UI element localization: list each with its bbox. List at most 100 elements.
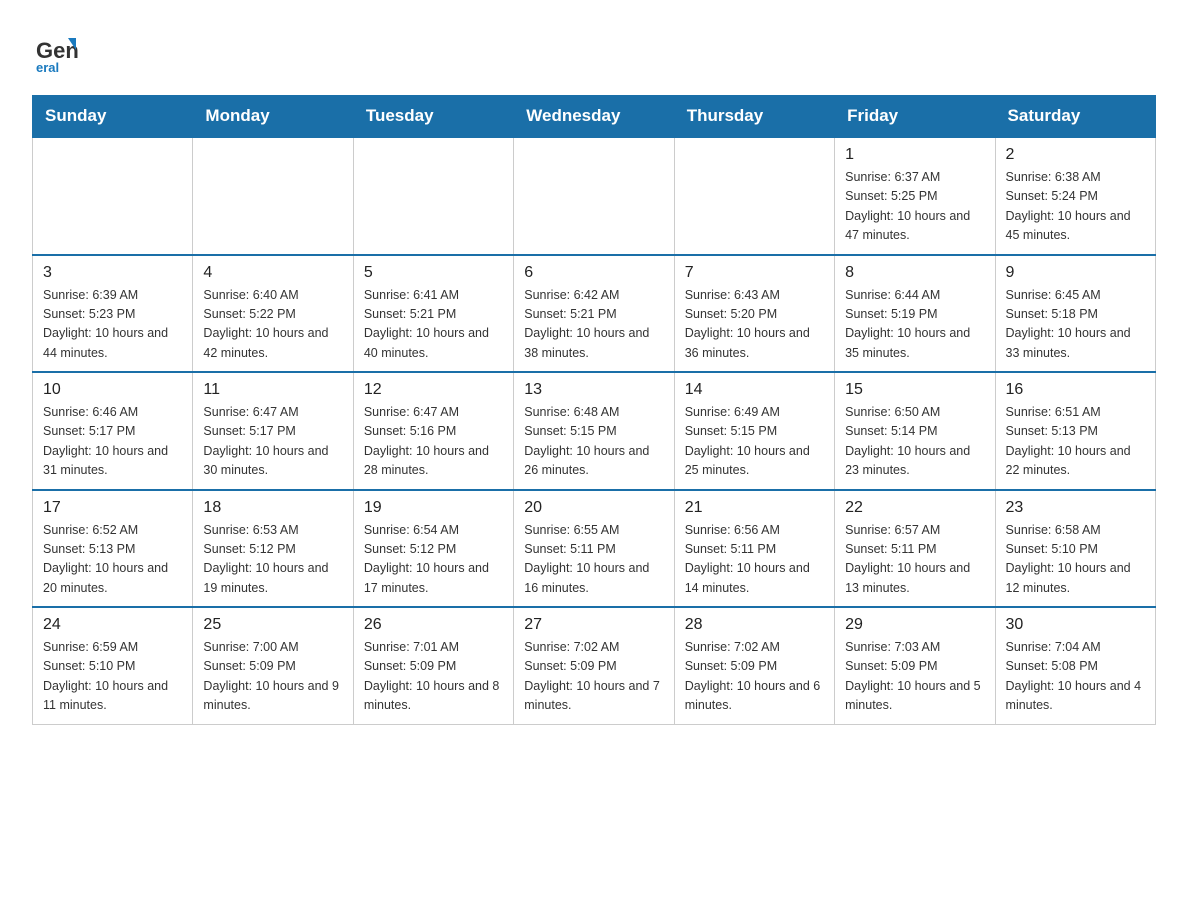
calendar-cell: 26Sunrise: 7:01 AMSunset: 5:09 PMDayligh…	[353, 607, 513, 724]
day-info: Sunrise: 6:47 AMSunset: 5:17 PMDaylight:…	[203, 403, 342, 481]
day-info: Sunrise: 6:41 AMSunset: 5:21 PMDaylight:…	[364, 286, 503, 364]
day-number: 24	[43, 616, 182, 634]
column-header-monday: Monday	[193, 96, 353, 138]
day-number: 9	[1006, 264, 1145, 282]
calendar-cell: 9Sunrise: 6:45 AMSunset: 5:18 PMDaylight…	[995, 255, 1155, 373]
calendar-cell: 12 Sunrise: 6:47 AMSunset: 5:16 PMDayligh…	[353, 372, 513, 490]
day-info: Sunrise: 6:37 AMSunset: 5:25 PMDaylight:…	[845, 168, 984, 246]
day-number: 30	[1006, 616, 1145, 634]
day-number: 6	[524, 264, 663, 282]
calendar-cell	[33, 137, 193, 255]
calendar-cell: 22 Sunrise: 6:57 AMSunset: 5:11 PMDayligh…	[835, 490, 995, 608]
day-info: Sunrise: 6:46 AMSunset: 5:17 PMDaylight:…	[43, 403, 182, 481]
day-info: Sunrise: 6:55 AMSunset: 5:11 PMDaylight:…	[524, 521, 663, 599]
column-header-friday: Friday	[835, 96, 995, 138]
day-info: Sunrise: 6:42 AMSunset: 5:21 PMDaylight:…	[524, 286, 663, 364]
day-number: 18	[203, 499, 342, 517]
day-number: 22	[845, 499, 984, 517]
day-number: 17	[43, 499, 182, 517]
day-number: 4	[203, 264, 342, 282]
day-number: 19	[364, 499, 503, 517]
day-info: Sunrise: 7:00 AMSunset: 5:09 PMDaylight:…	[203, 638, 342, 716]
calendar-cell: 14Sunrise: 6:49 AMSunset: 5:15 PMDayligh…	[674, 372, 834, 490]
calendar-cell	[193, 137, 353, 255]
day-number: 25	[203, 616, 342, 634]
day-info: Sunrise: 7:04 AMSunset: 5:08 PMDaylight:…	[1006, 638, 1145, 716]
calendar-cell: 13 Sunrise: 6:48 AMSunset: 5:15 PMDayligh…	[514, 372, 674, 490]
calendar-cell	[674, 137, 834, 255]
day-info: Sunrise: 6:57 AMSunset: 5:11 PMDaylight:…	[845, 521, 984, 599]
day-info: Sunrise: 6:59 AMSunset: 5:10 PMDaylight:…	[43, 638, 182, 716]
calendar-cell: 23 Sunrise: 6:58 AMSunset: 5:10 PMDayligh…	[995, 490, 1155, 608]
calendar-cell: 18 Sunrise: 6:53 AMSunset: 5:12 PMDayligh…	[193, 490, 353, 608]
calendar-cell: 24 Sunrise: 6:59 AMSunset: 5:10 PMDayligh…	[33, 607, 193, 724]
calendar-cell: 25 Sunrise: 7:00 AMSunset: 5:09 PMDayligh…	[193, 607, 353, 724]
day-info: Sunrise: 6:47 AMSunset: 5:16 PMDaylight:…	[364, 403, 503, 481]
calendar-cell: 10 Sunrise: 6:46 AMSunset: 5:17 PMDayligh…	[33, 372, 193, 490]
calendar-table: SundayMondayTuesdayWednesdayThursdayFrid…	[32, 95, 1156, 725]
calendar-cell: 19 Sunrise: 6:54 AMSunset: 5:12 PMDayligh…	[353, 490, 513, 608]
svg-text:eral: eral	[36, 60, 59, 75]
column-header-sunday: Sunday	[33, 96, 193, 138]
calendar-cell: 29Sunrise: 7:03 AMSunset: 5:09 PMDayligh…	[835, 607, 995, 724]
day-info: Sunrise: 6:56 AMSunset: 5:11 PMDaylight:…	[685, 521, 824, 599]
day-info: Sunrise: 6:52 AMSunset: 5:13 PMDaylight:…	[43, 521, 182, 599]
calendar-cell: 21 Sunrise: 6:56 AMSunset: 5:11 PMDayligh…	[674, 490, 834, 608]
day-number: 15	[845, 381, 984, 399]
calendar-cell: 3 Sunrise: 6:39 AMSunset: 5:23 PMDaylight…	[33, 255, 193, 373]
calendar-cell: 1 Sunrise: 6:37 AMSunset: 5:25 PMDaylight…	[835, 137, 995, 255]
day-info: Sunrise: 6:54 AMSunset: 5:12 PMDaylight:…	[364, 521, 503, 599]
logo-icon: Gen eral	[32, 28, 80, 83]
week-row-2: 3 Sunrise: 6:39 AMSunset: 5:23 PMDaylight…	[33, 255, 1156, 373]
day-number: 27	[524, 616, 663, 634]
calendar-cell: 20 Sunrise: 6:55 AMSunset: 5:11 PMDayligh…	[514, 490, 674, 608]
week-row-5: 24 Sunrise: 6:59 AMSunset: 5:10 PMDayligh…	[33, 607, 1156, 724]
day-number: 20	[524, 499, 663, 517]
day-info: Sunrise: 6:38 AMSunset: 5:24 PMDaylight:…	[1006, 168, 1145, 246]
day-number: 3	[43, 264, 182, 282]
day-number: 26	[364, 616, 503, 634]
calendar-cell: 30 Sunrise: 7:04 AMSunset: 5:08 PMDayligh…	[995, 607, 1155, 724]
week-row-3: 10 Sunrise: 6:46 AMSunset: 5:17 PMDayligh…	[33, 372, 1156, 490]
day-number: 21	[685, 499, 824, 517]
day-info: Sunrise: 6:44 AMSunset: 5:19 PMDaylight:…	[845, 286, 984, 364]
calendar-cell: 4 Sunrise: 6:40 AMSunset: 5:22 PMDaylight…	[193, 255, 353, 373]
day-number: 14	[685, 381, 824, 399]
column-header-wednesday: Wednesday	[514, 96, 674, 138]
calendar-cell: 5 Sunrise: 6:41 AMSunset: 5:21 PMDaylight…	[353, 255, 513, 373]
day-info: Sunrise: 6:40 AMSunset: 5:22 PMDaylight:…	[203, 286, 342, 364]
day-number: 7	[685, 264, 824, 282]
day-info: Sunrise: 6:48 AMSunset: 5:15 PMDaylight:…	[524, 403, 663, 481]
logo: Gen eral	[32, 24, 84, 83]
calendar-header-row: SundayMondayTuesdayWednesdayThursdayFrid…	[33, 96, 1156, 138]
day-number: 5	[364, 264, 503, 282]
day-number: 2	[1006, 146, 1145, 164]
day-number: 28	[685, 616, 824, 634]
calendar-cell: 28 Sunrise: 7:02 AMSunset: 5:09 PMDayligh…	[674, 607, 834, 724]
calendar-cell: 2 Sunrise: 6:38 AMSunset: 5:24 PMDaylight…	[995, 137, 1155, 255]
day-number: 8	[845, 264, 984, 282]
day-info: Sunrise: 6:53 AMSunset: 5:12 PMDaylight:…	[203, 521, 342, 599]
calendar-cell: 8 Sunrise: 6:44 AMSunset: 5:19 PMDaylight…	[835, 255, 995, 373]
calendar-cell: 17 Sunrise: 6:52 AMSunset: 5:13 PMDayligh…	[33, 490, 193, 608]
calendar-cell: 27Sunrise: 7:02 AMSunset: 5:09 PMDayligh…	[514, 607, 674, 724]
day-number: 10	[43, 381, 182, 399]
day-number: 12	[364, 381, 503, 399]
calendar-cell: 15 Sunrise: 6:50 AMSunset: 5:14 PMDayligh…	[835, 372, 995, 490]
day-number: 13	[524, 381, 663, 399]
column-header-saturday: Saturday	[995, 96, 1155, 138]
column-header-tuesday: Tuesday	[353, 96, 513, 138]
day-info: Sunrise: 6:50 AMSunset: 5:14 PMDaylight:…	[845, 403, 984, 481]
day-info: Sunrise: 6:39 AMSunset: 5:23 PMDaylight:…	[43, 286, 182, 364]
calendar-cell	[353, 137, 513, 255]
day-info: Sunrise: 6:58 AMSunset: 5:10 PMDaylight:…	[1006, 521, 1145, 599]
day-info: Sunrise: 7:03 AMSunset: 5:09 PMDaylight:…	[845, 638, 984, 716]
calendar-cell	[514, 137, 674, 255]
page-header: Gen eral	[32, 24, 1156, 83]
day-info: Sunrise: 7:02 AMSunset: 5:09 PMDaylight:…	[685, 638, 824, 716]
day-number: 23	[1006, 499, 1145, 517]
calendar-cell: 11Sunrise: 6:47 AMSunset: 5:17 PMDayligh…	[193, 372, 353, 490]
day-info: Sunrise: 6:51 AMSunset: 5:13 PMDaylight:…	[1006, 403, 1145, 481]
calendar-cell: 6 Sunrise: 6:42 AMSunset: 5:21 PMDaylight…	[514, 255, 674, 373]
day-number: 1	[845, 146, 984, 164]
